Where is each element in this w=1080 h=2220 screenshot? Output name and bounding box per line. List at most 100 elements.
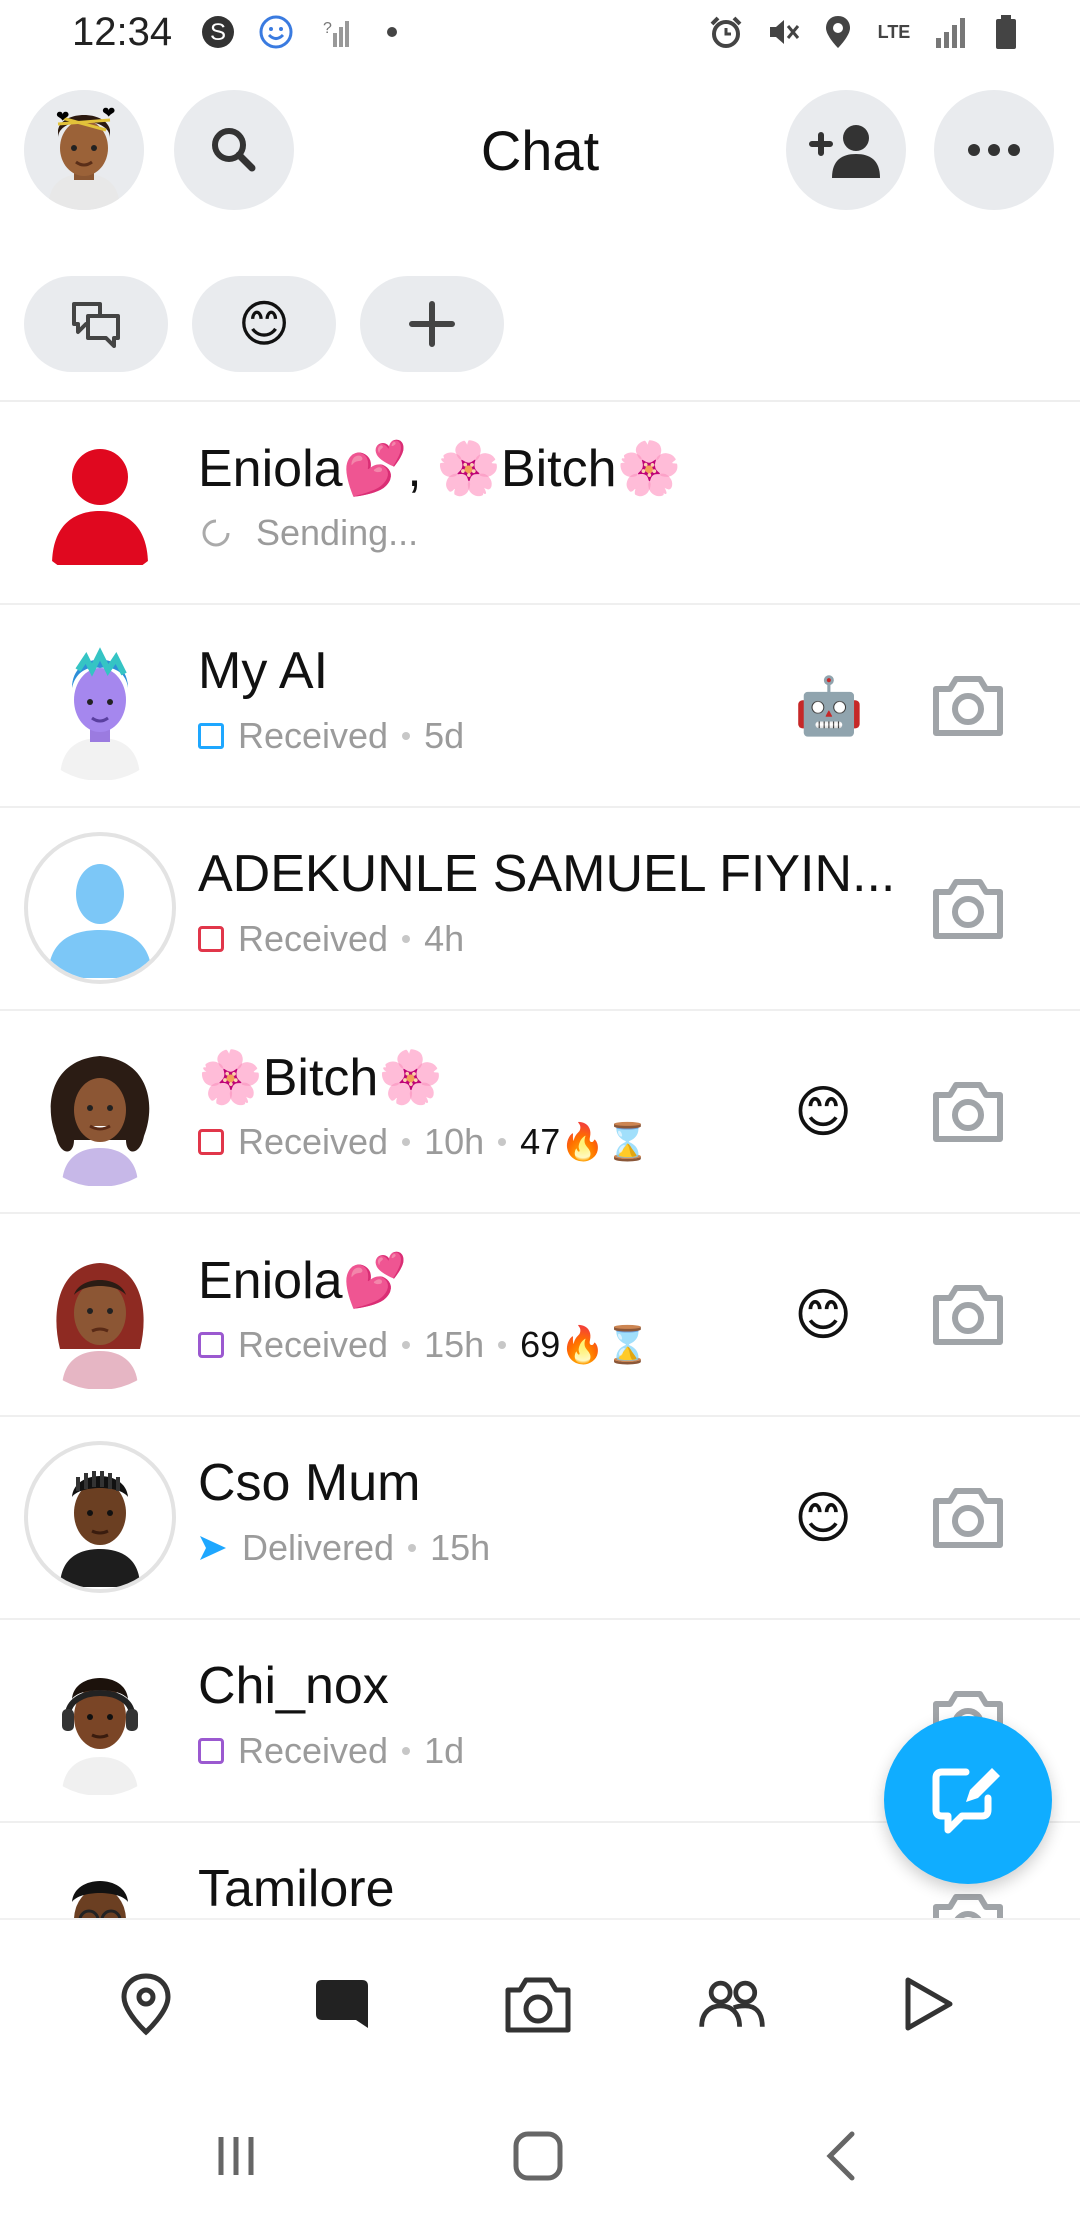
list-item[interactable]: Cso Mum Delivered 15h 😊	[0, 1417, 1080, 1620]
chat-name: ADEKUNLE SAMUEL FIYIN...	[198, 845, 896, 903]
camera-icon	[505, 1977, 571, 2033]
streak-count: 69🔥⌛	[520, 1324, 650, 1365]
received-chat-icon	[198, 1332, 224, 1358]
stories-play-icon	[905, 1977, 953, 2031]
home-icon	[513, 2131, 563, 2181]
chat-status: Received 5d	[198, 715, 464, 757]
separator-dot	[402, 732, 411, 740]
stories-tab[interactable]	[892, 1968, 964, 2040]
snapchat-s-icon: S	[200, 14, 236, 50]
add-filter[interactable]	[360, 276, 504, 372]
chat-status-text: Received	[238, 715, 389, 756]
received-chat-icon	[198, 723, 224, 749]
add-friend-button[interactable]	[786, 90, 906, 210]
chat-time: 1d	[424, 1730, 465, 1771]
camera-icon	[933, 676, 1003, 736]
smile-emoji-icon: 😊	[794, 1080, 853, 1143]
lte-icon: LTE	[876, 14, 912, 50]
more-dots-icon	[968, 144, 1020, 156]
chat-status: Delivered 15h	[198, 1527, 490, 1569]
camera-reply-button[interactable]	[928, 1883, 1008, 1918]
alarm-icon	[708, 14, 744, 50]
avatar	[24, 1238, 176, 1390]
separator-dot	[498, 1138, 507, 1146]
camera-reply-button[interactable]	[928, 1477, 1008, 1557]
smile-emoji-icon: 😊	[794, 1486, 853, 1549]
compose-icon	[932, 1768, 1000, 1834]
recents-button[interactable]	[206, 2126, 266, 2186]
separator-dot	[402, 1341, 411, 1349]
dot-icon	[374, 14, 410, 50]
battery-icon	[988, 14, 1024, 50]
separator-dot	[498, 1341, 507, 1349]
location-pin-icon	[820, 14, 856, 50]
chat-name: Eniola💕	[198, 1252, 408, 1310]
list-item[interactable]: My AI Received 5d 🤖	[0, 605, 1080, 808]
chat-name: Chi_nox	[198, 1657, 389, 1715]
chat-list: Eniola💕, 🌸Bitch🌸 Sending... My AI Receiv…	[0, 402, 1080, 1918]
camera-reply-button[interactable]	[928, 868, 1008, 948]
camera-tab[interactable]	[502, 1968, 574, 2040]
list-item[interactable]: 🌸Bitch🌸 Received 10h 47🔥⌛ 😊	[0, 1011, 1080, 1214]
separator-dot	[402, 1747, 411, 1755]
filter-bar: 😊	[24, 276, 504, 372]
camera-icon	[933, 1082, 1003, 1142]
received-snap-icon	[198, 926, 224, 952]
received-chat-icon	[198, 1738, 224, 1764]
list-item[interactable]: Eniola💕 Received 15h 69🔥⌛ 😊	[0, 1214, 1080, 1417]
camera-reply-button[interactable]	[928, 665, 1008, 745]
recents-icon	[218, 2137, 254, 2175]
smiley-status-icon	[258, 14, 294, 50]
page-title: Chat	[480, 119, 600, 182]
system-nav-bar	[0, 2090, 1080, 2220]
chat-status: Received 4h	[198, 918, 464, 960]
svg-text:S: S	[210, 19, 226, 46]
chats-filter[interactable]	[24, 276, 168, 372]
back-icon	[826, 2131, 855, 2181]
chat-bubbles-icon	[72, 302, 120, 348]
chat-time: 10h	[424, 1121, 485, 1162]
chat-status: Received 1d	[198, 1730, 464, 1772]
avatar	[24, 629, 176, 781]
more-options-button[interactable]	[934, 90, 1054, 210]
signal-question-icon: ?	[316, 14, 352, 50]
chat-name: My AI	[198, 642, 329, 700]
friends-tab[interactable]	[696, 1968, 768, 2040]
chat-time: 15h	[430, 1527, 491, 1568]
sending-spinner-icon	[202, 519, 230, 547]
chat-name: Tamilore	[198, 1860, 395, 1918]
chat-status-text: Received	[238, 1730, 389, 1771]
streak-count: 47🔥⌛	[520, 1121, 650, 1162]
list-item[interactable]: ADEKUNLE SAMUEL FIYIN... Received 4h	[0, 808, 1080, 1011]
mute-icon	[764, 14, 800, 50]
chat-tab[interactable]	[306, 1968, 378, 2040]
friends-icon	[699, 1980, 765, 2027]
chat-time: 15h	[424, 1324, 485, 1365]
separator-dot	[402, 1138, 411, 1146]
chat-name: Cso Mum	[198, 1454, 421, 1512]
chat-status: Sending...	[198, 512, 418, 554]
avatar	[24, 1035, 176, 1187]
avatar	[24, 426, 176, 578]
home-button[interactable]	[508, 2126, 568, 2186]
new-chat-button[interactable]	[884, 1716, 1052, 1884]
camera-reply-button[interactable]	[928, 1071, 1008, 1151]
list-item[interactable]: Eniola💕, 🌸Bitch🌸 Sending...	[0, 402, 1080, 605]
status-bar: 12:34 S ? LTE	[0, 0, 1080, 72]
separator-dot	[402, 935, 411, 943]
chat-status-text: Sending...	[256, 512, 419, 553]
camera-reply-button[interactable]	[928, 1274, 1008, 1354]
signal-bars-icon	[932, 14, 968, 50]
robot-emoji-icon: 🤖	[794, 674, 864, 737]
chat-name: Eniola💕, 🌸Bitch🌸	[198, 440, 682, 498]
chat-time: 4h	[424, 918, 465, 959]
emoji-filter[interactable]: 😊	[192, 276, 336, 372]
avatar	[24, 1441, 176, 1593]
map-tab[interactable]	[110, 1968, 182, 2040]
chat-time: 5d	[424, 715, 465, 756]
status-time: 12:34	[72, 10, 173, 54]
camera-icon	[933, 1894, 1003, 1918]
received-snap-icon	[198, 1129, 224, 1155]
avatar	[24, 832, 176, 984]
back-button[interactable]	[812, 2126, 872, 2186]
